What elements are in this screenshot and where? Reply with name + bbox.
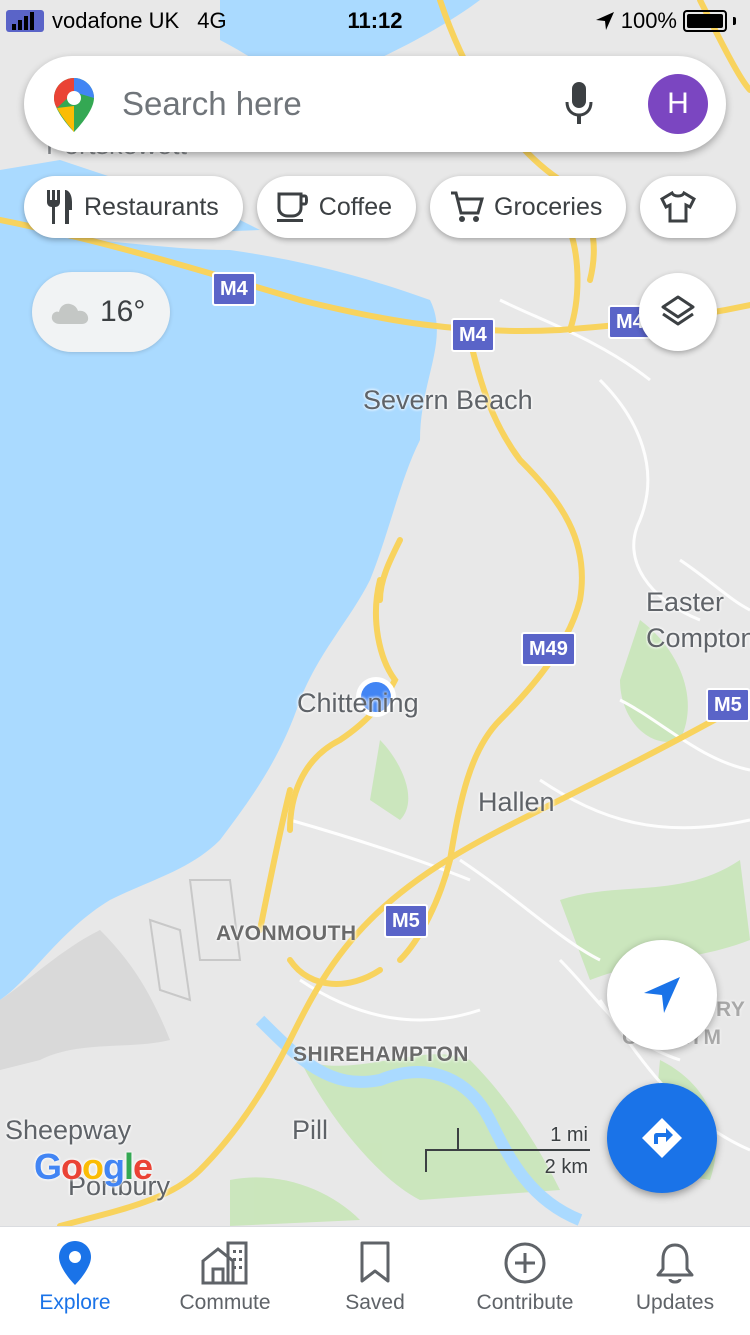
- nav-label: Contribute: [476, 1291, 574, 1314]
- nav-contribute[interactable]: Contribute: [450, 1227, 600, 1335]
- place-label-easter-compton[interactable]: Easter Compton: [646, 584, 750, 656]
- fork-knife-icon: [47, 190, 72, 224]
- nav-commute[interactable]: Commute: [150, 1227, 300, 1335]
- bell-icon: [656, 1243, 694, 1284]
- coffee-cup-icon: [276, 192, 308, 222]
- road-shield-m4: M4: [212, 272, 256, 306]
- bookmark-icon: [360, 1241, 390, 1283]
- chip-label: Groceries: [494, 192, 603, 221]
- place-label-sheepway[interactable]: Sheepway: [5, 1115, 131, 1146]
- battery-percent: 100%: [620, 8, 677, 33]
- layers-button[interactable]: [639, 273, 717, 351]
- search-bar[interactable]: Search here H: [24, 56, 726, 152]
- weather-badge[interactable]: 16°: [32, 272, 170, 352]
- nav-updates[interactable]: Updates: [600, 1227, 750, 1335]
- shirt-icon: [660, 191, 697, 223]
- chip-label: Restaurants: [84, 192, 219, 221]
- chip-label: Coffee: [318, 192, 393, 221]
- road-shield-m5: M5: [384, 904, 428, 938]
- shopping-cart-icon: [451, 191, 485, 222]
- place-label-shirehampton[interactable]: SHIREHAMPTON: [293, 1043, 469, 1067]
- explore-pin-icon: [59, 1241, 91, 1285]
- google-logo: Google: [34, 1146, 153, 1187]
- place-label-chittening[interactable]: Chittening: [297, 688, 419, 719]
- road-shield-m49: M49: [521, 632, 576, 666]
- account-avatar[interactable]: H: [648, 74, 708, 134]
- chip-restaurants[interactable]: Restaurants: [24, 176, 243, 238]
- status-bar: vodafone UK 4G 11:12 100%: [0, 0, 750, 40]
- nav-saved[interactable]: Saved: [300, 1227, 450, 1335]
- my-location-button[interactable]: [607, 940, 717, 1050]
- map-scale: 1 mi 2 km: [424, 1120, 594, 1180]
- temperature: 16°: [100, 295, 146, 328]
- directions-icon: [642, 1118, 682, 1158]
- location-arrow-icon: [595, 12, 614, 30]
- directions-button[interactable]: [607, 1083, 717, 1193]
- google-maps-pin-icon: [54, 78, 94, 132]
- nav-label: Commute: [179, 1291, 271, 1314]
- commute-icon: [201, 1241, 248, 1285]
- cloud-icon: [51, 303, 89, 324]
- road-shield-m5: M5: [706, 688, 750, 722]
- chip-shopping[interactable]: [640, 176, 737, 238]
- scale-km: 2 km: [544, 1156, 588, 1178]
- layers-icon: [661, 295, 695, 326]
- bottom-navigation: Explore Commute Saved Contribute Updates: [0, 1226, 750, 1335]
- battery-icon: [683, 10, 727, 32]
- place-label-avonmouth[interactable]: AVONMOUTH: [216, 922, 357, 946]
- category-chips: Restaurants Coffee Groceries: [24, 176, 737, 238]
- place-label-severn-beach[interactable]: Severn Beach: [363, 385, 533, 416]
- place-label-pill[interactable]: Pill: [292, 1115, 328, 1146]
- chip-groceries[interactable]: Groceries: [430, 176, 627, 238]
- road-shield-m4: M4: [451, 318, 495, 352]
- add-circle-icon: [504, 1242, 546, 1284]
- scale-miles: 1 mi: [550, 1124, 588, 1146]
- navigation-arrow-icon: [644, 977, 680, 1013]
- place-label-hallen[interactable]: Hallen: [478, 787, 555, 818]
- search-input[interactable]: Search here: [122, 85, 302, 123]
- nav-label: Explore: [39, 1291, 111, 1314]
- chip-coffee[interactable]: Coffee: [256, 176, 417, 238]
- microphone-icon[interactable]: [564, 82, 594, 126]
- nav-label: Saved: [345, 1291, 405, 1314]
- nav-explore[interactable]: Explore: [0, 1227, 150, 1335]
- nav-label: Updates: [635, 1291, 715, 1314]
